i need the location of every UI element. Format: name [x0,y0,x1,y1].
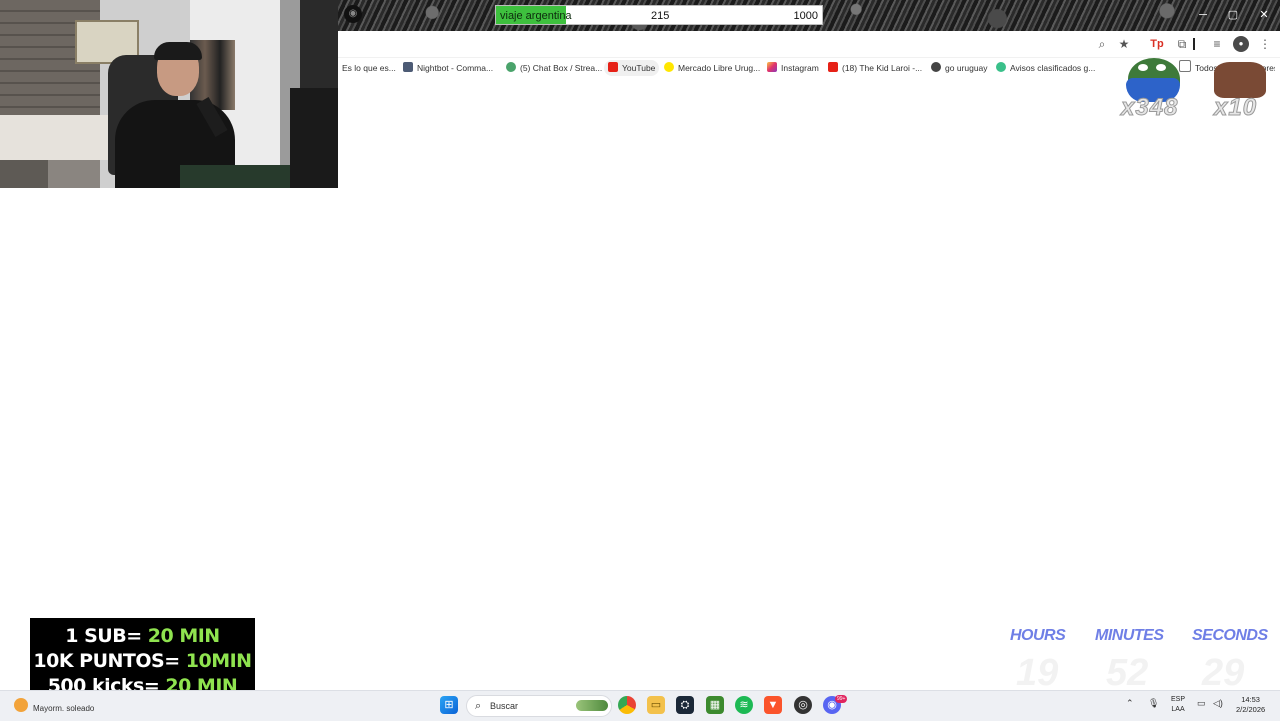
bookmark-avisos[interactable]: Avisos clasificados g... [996,60,1095,76]
minimize-button[interactable]: ─ [1188,6,1218,24]
windows-taskbar [0,690,1280,721]
volume-icon[interactable]: ◁) [1213,698,1223,709]
brave-icon[interactable]: ▼ [764,696,782,714]
countdown-minutes-value: 52 [1106,652,1149,694]
pepe-emote-count: x348 [1120,94,1179,122]
maximize-button[interactable]: ▢ [1218,6,1248,24]
tp-extension-icon[interactable]: Tp [1149,36,1165,52]
sub-rule-line: 1 SUB= 20 MIN [65,625,220,647]
file-explorer-icon[interactable]: ▭ [647,696,665,714]
microphone-icon[interactable]: 🎙︎ [1148,698,1159,709]
spotify-icon[interactable]: ≋ [735,696,753,714]
goal-current: 215 [651,10,670,22]
mercadolibre-icon [664,62,674,72]
folder-icon [1179,60,1191,72]
hands-emote-count: x10 [1213,94,1258,122]
bookmark-nightbot[interactable]: Nightbot - Comma... [403,60,493,76]
star-icon[interactable]: ★ [1116,36,1132,52]
input-language[interactable]: ESP LAA [1171,695,1185,715]
search-highlight-icon [576,700,608,711]
youtube-icon [828,62,838,72]
avisos-icon [996,62,1006,72]
nightbot-icon [403,62,413,72]
points-rule-line: 10K PUNTOS= 10MIN [33,650,252,672]
network-icon[interactable]: ▭ [1197,698,1206,709]
search-icon: ⌕ [475,700,482,712]
weather-text[interactable]: Mayorm. soleado [33,704,94,713]
instagram-icon [767,62,777,72]
countdown-seconds-value: 29 [1202,652,1245,694]
goal-progress-bar: viaje argentina 215 1000 [495,5,823,25]
bookmark-chatbox[interactable]: (5) Chat Box / Strea... [506,60,602,76]
clapping-hands-emote-icon [1214,62,1266,98]
taskbar-search-input[interactable]: ⌕ Buscar [466,695,612,717]
windows-start-icon[interactable]: ⊞ [440,696,458,714]
discord-badge: 99+ [835,695,848,703]
close-button[interactable]: ✕ [1249,6,1279,24]
obs-icon[interactable]: ◎ [794,696,812,714]
taskbar-search-placeholder: Buscar [490,701,519,711]
profile-icon[interactable]: ● [1233,36,1249,52]
bookmark-es-lo-que-es[interactable]: Es lo que es... [342,60,396,76]
cam-desk [180,165,290,188]
webcam-feed [0,0,338,188]
media-icon[interactable]: ≡ [1209,36,1225,52]
pepe-eye-left [1138,64,1148,71]
bookmark-mercadolibre[interactable]: Mercado Libre Urug... [664,60,760,76]
pepe-eye-right [1156,64,1166,71]
countdown-hours-value: 19 [1016,652,1059,694]
bookmark-kid-laroi[interactable]: (18) The Kid Laroi -... [828,60,922,76]
tray-chevron-icon[interactable]: ⌃ [1126,698,1134,709]
minecraft-icon[interactable]: ▦ [706,696,724,714]
globe-icon [931,62,941,72]
taskbar-clock[interactable]: 14:53 2/2/2026 [1236,695,1265,715]
countdown-seconds-label: SECONDS [1192,627,1268,644]
bookmark-instagram[interactable]: Instagram [767,60,819,76]
bookmark-youtube[interactable]: YouTube [604,60,660,76]
cam-streamer-cap [154,42,202,60]
bookmark-go-uruguay[interactable]: go uruguay [931,60,988,76]
toolbar-divider [1193,38,1195,50]
search-icon[interactable]: ⌕ [1094,36,1110,52]
channel-logo-icon: ◉ [344,5,362,23]
cam-pc-tower [290,88,338,188]
browser-address-row [338,31,1280,58]
goal-target: 1000 [793,10,818,22]
youtube-icon [608,62,618,72]
cam-bed [0,115,110,160]
goal-label: viaje argentina [500,10,572,22]
chrome-icon[interactable] [618,696,636,714]
kebab-menu-icon[interactable]: ⋮ [1257,36,1273,52]
chatbox-icon [506,62,516,72]
countdown-minutes-label: MINUTES [1095,627,1164,644]
weather-sun-icon[interactable] [14,698,28,712]
puzzle-icon[interactable]: ⧉ [1174,36,1190,52]
countdown-hours-label: HOURS [1010,627,1066,644]
steam-icon[interactable]: ⛭ [676,696,694,714]
